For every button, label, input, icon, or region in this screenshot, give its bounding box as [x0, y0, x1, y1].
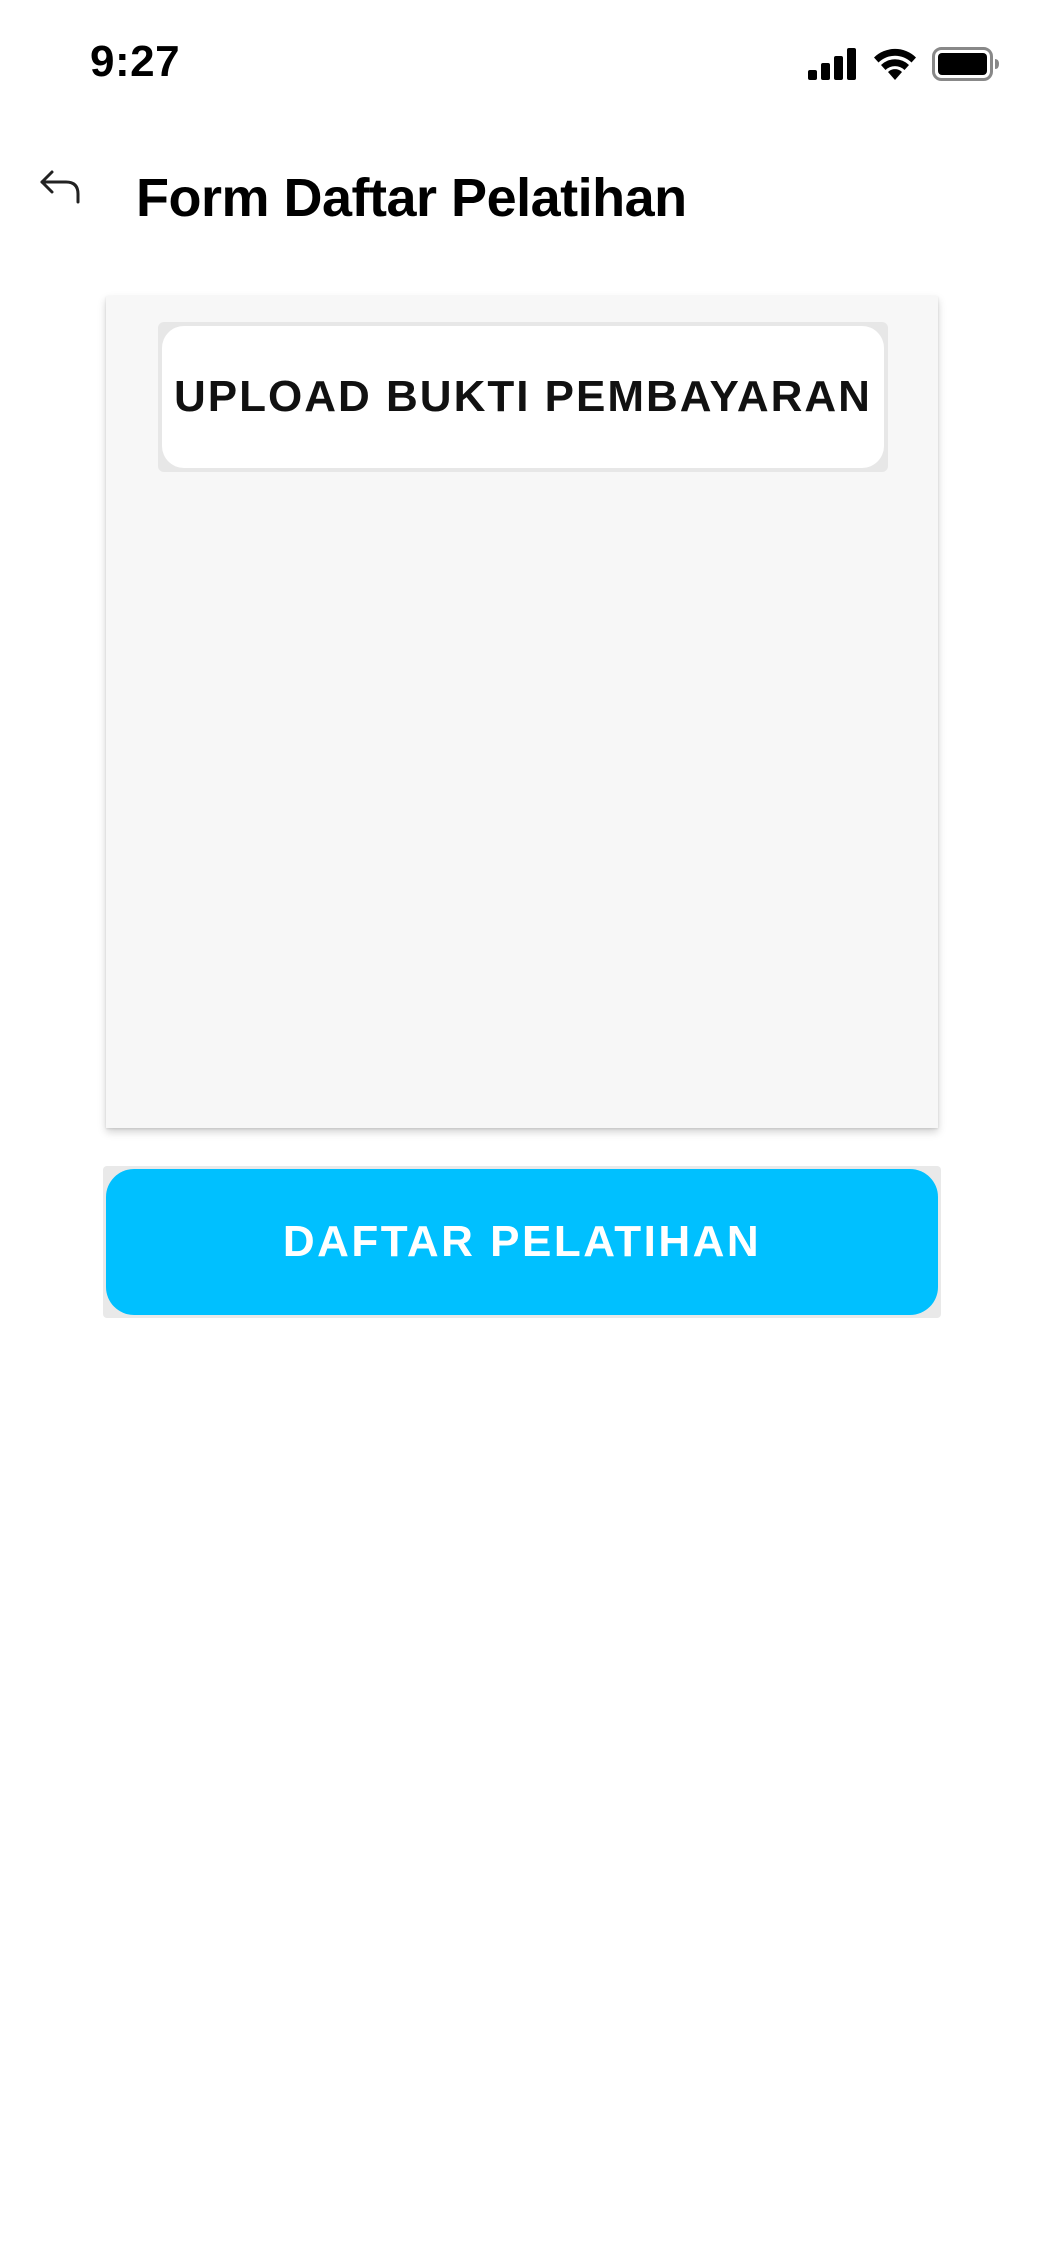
- cellular-signal-icon: [808, 48, 858, 80]
- back-button[interactable]: [36, 162, 88, 214]
- battery-icon: [932, 47, 1000, 81]
- status-icons: [808, 44, 1000, 84]
- page-title: Form Daftar Pelatihan: [136, 168, 687, 228]
- register-button-container: DAFTAR PELATIHAN: [103, 1166, 941, 1318]
- upload-button-container: UPLOAD BUKTI PEMBAYARAN: [158, 322, 888, 472]
- upload-card: UPLOAD BUKTI PEMBAYARAN: [106, 296, 938, 1128]
- register-training-button[interactable]: DAFTAR PELATIHAN: [106, 1169, 938, 1315]
- upload-proof-button[interactable]: UPLOAD BUKTI PEMBAYARAN: [162, 326, 884, 468]
- wifi-icon: [872, 47, 918, 81]
- status-bar: 9:27: [0, 0, 1042, 130]
- app-header: Form Daftar Pelatihan: [0, 150, 1042, 250]
- status-time: 9:27: [90, 37, 181, 86]
- back-arrow-icon: [36, 162, 88, 214]
